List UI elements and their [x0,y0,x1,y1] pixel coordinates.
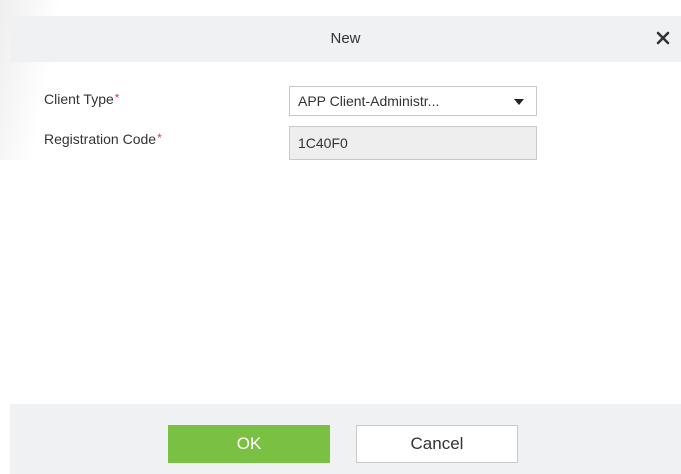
required-mark: * [114,91,120,105]
chevron-down-icon [514,99,524,105]
client-type-selected-value: APP Client-Administr... [298,93,440,109]
ok-button[interactable]: OK [168,425,330,463]
new-dialog: New Client Type* APP Client-Administr...… [0,0,681,474]
client-type-label: Client Type* [44,91,119,107]
registration-code-row: Registration Code* [44,126,544,160]
dialog-header: New [10,16,681,62]
required-mark: * [157,131,162,145]
dialog-title: New [330,30,361,47]
client-type-row: Client Type* APP Client-Administr... [44,86,544,116]
cancel-button[interactable]: Cancel [356,425,518,463]
client-type-select[interactable]: APP Client-Administr... [289,86,537,116]
dialog-footer: OK Cancel [10,404,681,474]
close-icon[interactable] [653,28,673,48]
registration-code-label: Registration Code* [44,131,162,147]
registration-code-label-text: Registration Code [44,131,157,147]
client-type-label-text: Client Type [44,91,114,107]
registration-code-input[interactable] [289,126,537,160]
